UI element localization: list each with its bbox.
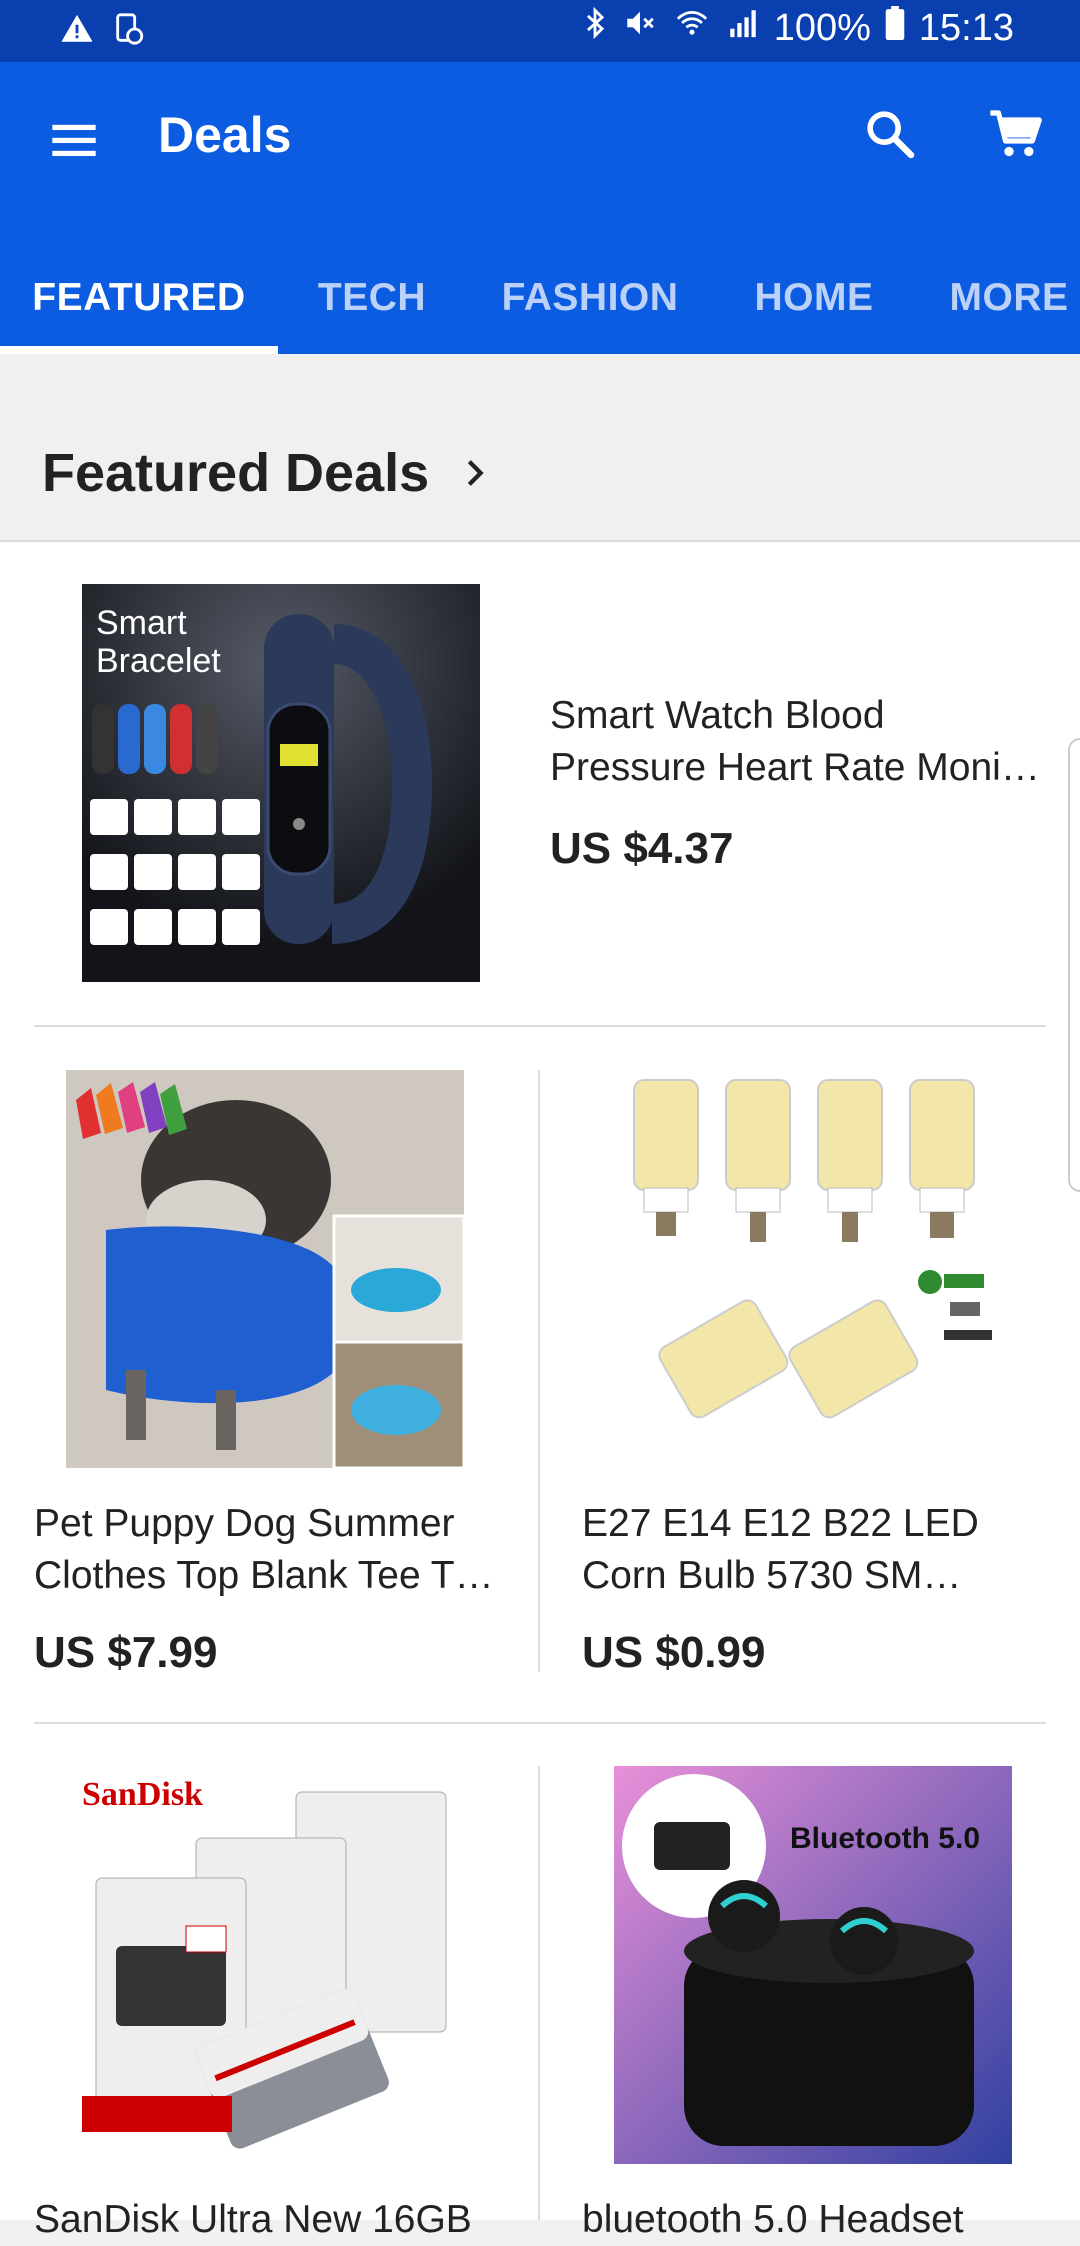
featured-deals-header[interactable]: Featured Deals	[0, 354, 1080, 542]
product-name: E27 E14 E12 B22 LED Corn Bulb 5730 SM…	[582, 1502, 979, 1597]
product-price: US $7.99	[34, 1628, 218, 1677]
product-price: US $0.99	[582, 1628, 766, 1677]
product-card[interactable]: SanDisk SanDisk Ultra New 16GB	[0, 1724, 538, 2241]
product-image-text: Bluetooth 5.0	[790, 1822, 981, 1855]
menu-button[interactable]	[48, 114, 100, 166]
battery-icon	[885, 6, 905, 50]
product-image-led-bulbs	[614, 1070, 1012, 1468]
cart-button[interactable]	[988, 106, 1044, 162]
search-icon	[867, 111, 915, 159]
active-tab-indicator	[0, 346, 278, 354]
mute-icon	[622, 6, 658, 50]
hamburger-icon	[52, 124, 96, 157]
screenshot-icon	[112, 12, 146, 51]
product-price: US $4.37	[550, 824, 734, 873]
category-tabs: FEATURED TECH FASHION HOME MORE	[0, 242, 1080, 354]
product-name: Smart Watch Blood Pressure Heart Rate Mo…	[550, 694, 1040, 789]
product-card[interactable]: E27 E14 E12 B22 LED Corn Bulb 5730 SM… U…	[540, 1028, 1080, 1677]
product-image-text: Smart Bracelet	[96, 604, 221, 680]
tab-fashion[interactable]: FASHION	[490, 242, 690, 354]
product-image-smart-watch: Smart Bracelet	[82, 584, 480, 982]
search-button[interactable]	[862, 106, 918, 162]
product-image-sandisk: SanDisk	[66, 1766, 464, 2164]
section-title: Featured Deals	[42, 443, 430, 503]
wifi-icon	[672, 6, 712, 50]
chevron-right-icon	[467, 460, 484, 486]
bluetooth-icon	[582, 6, 608, 50]
warning-icon	[60, 12, 94, 51]
battery-percentage: 100%	[773, 6, 871, 49]
tab-more[interactable]: MORE	[938, 242, 1080, 354]
deals-list: Smart Bracelet Smart Watch Blood Pressur…	[0, 542, 1080, 2241]
shopping-cart-icon	[990, 110, 1042, 157]
app-bar: Deals FEATURED TECH FASHION HOME MORE	[0, 62, 1080, 354]
product-image-text: SanDisk	[82, 1776, 203, 1813]
clock: 15:13	[918, 6, 1014, 49]
product-image-bluetooth-headset: Bluetooth 5.0	[614, 1766, 1012, 2164]
product-card[interactable]: Bluetooth 5.0 bluetooth 5.0 Headset	[540, 1724, 1080, 2241]
tab-featured[interactable]: FEATURED	[0, 242, 278, 354]
product-image-dog-clothes	[66, 1070, 464, 1468]
product-card[interactable]: Smart Bracelet Smart Watch Blood Pressur…	[0, 542, 1080, 1026]
product-name: bluetooth 5.0 Headset	[582, 2198, 964, 2241]
product-name: SanDisk Ultra New 16GB	[34, 2198, 472, 2241]
status-bar: 100% 15:13	[0, 0, 1080, 62]
product-name: Pet Puppy Dog Summer Clothes Top Blank T…	[34, 1502, 494, 1597]
tab-home[interactable]: HOME	[734, 242, 894, 354]
signal-icon	[726, 6, 760, 50]
page-title: Deals	[158, 107, 292, 163]
divider	[34, 1025, 1046, 1027]
tab-tech[interactable]: TECH	[290, 242, 454, 354]
product-card[interactable]: Pet Puppy Dog Summer Clothes Top Blank T…	[0, 1028, 538, 1677]
edge-panel-handle[interactable]	[1068, 738, 1080, 1192]
